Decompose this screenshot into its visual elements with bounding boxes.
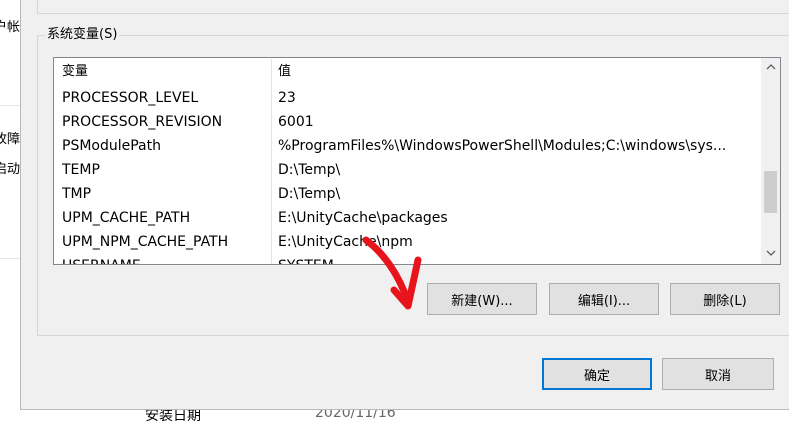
cancel-button[interactable]: 取消 <box>662 358 774 390</box>
background-window-left: 户帐 故障 启动 <box>0 0 20 421</box>
table-row[interactable]: PROCESSOR_LEVEL 23 <box>54 86 759 110</box>
background-text-fragment: 户帐 <box>0 20 21 35</box>
background-text-fragment: 启动 <box>0 162 21 177</box>
delete-variable-button[interactable]: 删除(L) <box>670 283 780 315</box>
column-header-variable[interactable]: 变量 <box>62 58 88 84</box>
list-header: 变量 值 <box>54 58 759 84</box>
variable-value: %ProgramFiles%\WindowsPowerShell\Modules… <box>278 138 727 154</box>
variable-name: PSModulePath <box>62 138 161 154</box>
ok-button[interactable]: 确定 <box>542 358 652 390</box>
background-text-fragment: 故障 <box>0 132 21 147</box>
variable-name: USERNAME <box>62 254 141 264</box>
vertical-scrollbar[interactable] <box>761 58 780 264</box>
table-row[interactable]: UPM_CACHE_PATH E:\UnityCache\packages <box>54 206 759 230</box>
table-row[interactable]: PSModulePath %ProgramFiles%\WindowsPower… <box>54 134 759 158</box>
divider <box>0 105 20 106</box>
table-row[interactable]: PROCESSOR_REVISION 6001 <box>54 110 759 134</box>
variable-value: D:\Temp\ <box>278 162 341 178</box>
column-header-value[interactable]: 值 <box>278 58 291 84</box>
variable-value: SYSTEM <box>278 254 756 264</box>
chevron-up-icon <box>766 64 775 70</box>
chevron-down-icon <box>766 250 775 256</box>
variable-name: UPM_CACHE_PATH <box>62 210 191 226</box>
divider <box>0 258 20 259</box>
variable-name: PROCESSOR_REVISION <box>62 114 223 130</box>
variable-name: TEMP <box>62 162 100 178</box>
new-variable-button[interactable]: 新建(W)... <box>427 283 537 315</box>
edit-variable-button[interactable]: 编辑(I)... <box>549 283 659 315</box>
user-variables-group-edge <box>37 0 789 14</box>
variable-value: 6001 <box>278 114 314 130</box>
environment-variables-dialog: 系统变量(S) 变量 值 PROCESSOR_LEVEL 23 PROCESSO… <box>20 0 789 410</box>
scrollbar-thumb[interactable] <box>764 171 777 213</box>
table-row[interactable]: TMP D:\Temp\ <box>54 182 759 206</box>
variable-value: 23 <box>278 90 296 106</box>
variable-value: E:\UnityCache\packages <box>278 210 448 226</box>
variable-name: PROCESSOR_LEVEL <box>62 90 199 106</box>
system-variables-group-title: 系统变量(S) <box>45 27 120 43</box>
table-row[interactable]: TEMP D:\Temp\ <box>54 158 759 182</box>
variable-value: D:\Temp\ <box>278 186 341 202</box>
red-annotation-arrow-icon <box>362 236 422 310</box>
scroll-down-button[interactable] <box>761 244 780 262</box>
variable-name: TMP <box>62 186 92 202</box>
variable-value: E:\UnityCache\npm <box>278 234 413 250</box>
scroll-up-button[interactable] <box>761 58 780 76</box>
variable-name: UPM_NPM_CACHE_PATH <box>62 234 229 250</box>
